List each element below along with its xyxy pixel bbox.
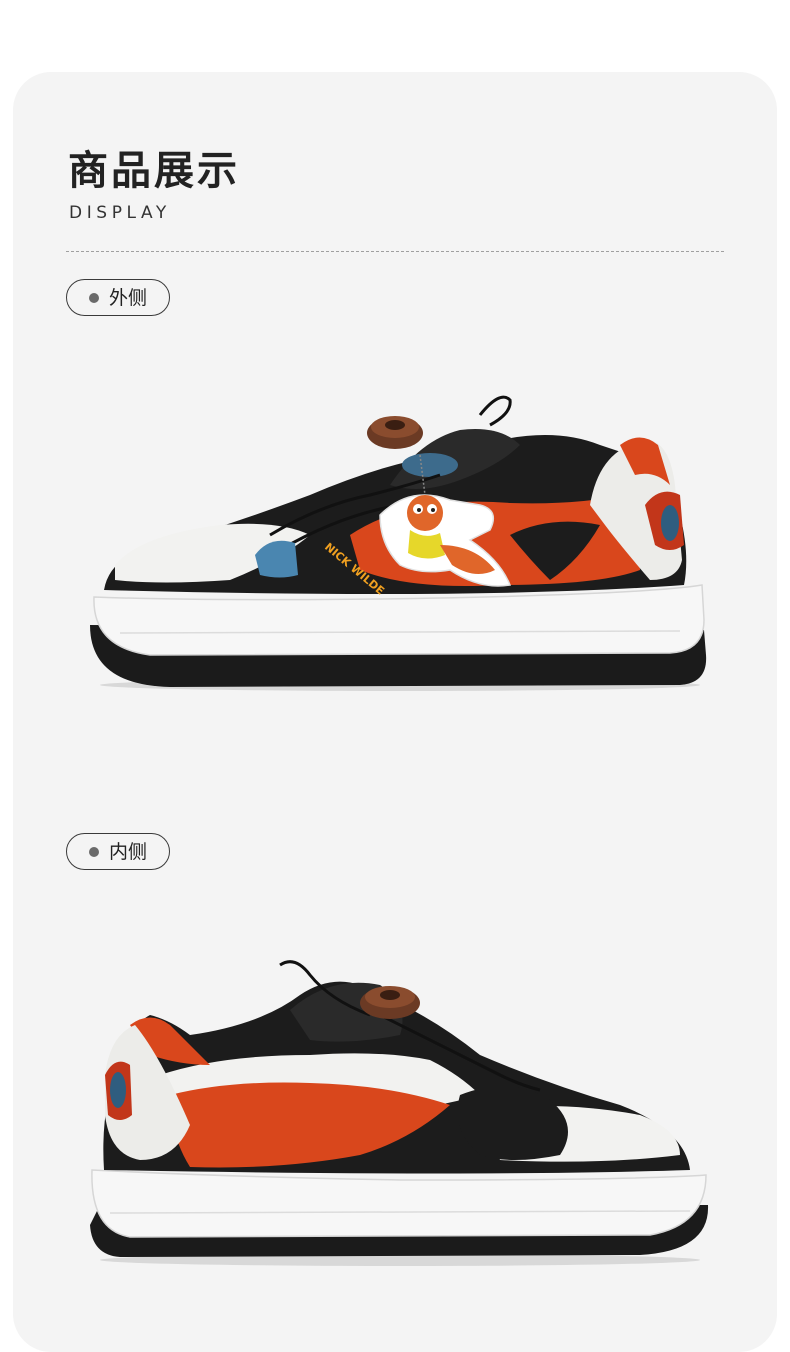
bullet-dot-icon — [88, 292, 99, 303]
section-subtitle: DISPLAY — [69, 203, 171, 223]
section-title: 商品展示 — [68, 148, 240, 194]
dashed-divider — [66, 251, 724, 252]
view-label-inner: 内侧 — [66, 833, 170, 870]
view-label-outer: 外侧 — [66, 279, 170, 316]
shoe-outer-side-image: NICK WILDE — [90, 395, 707, 691]
bullet-dot-icon — [88, 846, 99, 857]
view-label-inner-text: 内侧 — [108, 840, 147, 863]
view-label-outer-text: 外侧 — [108, 286, 147, 309]
shoe-inner-side-image — [90, 960, 709, 1266]
